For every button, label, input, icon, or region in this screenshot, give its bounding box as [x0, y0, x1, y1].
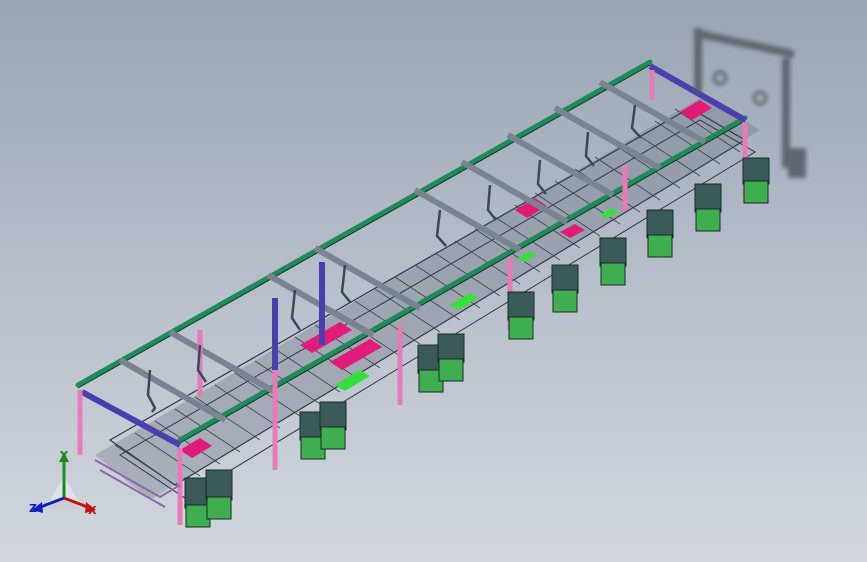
gantry-rail-edges	[77, 64, 746, 444]
cabinet-group-1	[184, 469, 233, 528]
y-axis-label: Y	[60, 449, 68, 462]
cabinet-group-2	[299, 401, 347, 460]
cabinet-group-4	[507, 291, 535, 340]
end-braces	[80, 63, 747, 448]
z-axis-label: Z	[29, 502, 37, 515]
cabinet-group-5	[551, 264, 579, 313]
gantry-top-rails	[75, 59, 748, 443]
welding-robots	[146, 104, 642, 413]
cabinet-group-6	[599, 237, 627, 286]
cabinet-group-3	[417, 333, 465, 393]
cabinet-group-7	[646, 209, 674, 258]
cabinet-group-8	[694, 183, 722, 232]
blurred-fixture-preview	[694, 28, 806, 178]
x-axis-label: X	[88, 504, 97, 517]
cad-graphics-viewport[interactable]: Y X Z	[0, 0, 867, 562]
